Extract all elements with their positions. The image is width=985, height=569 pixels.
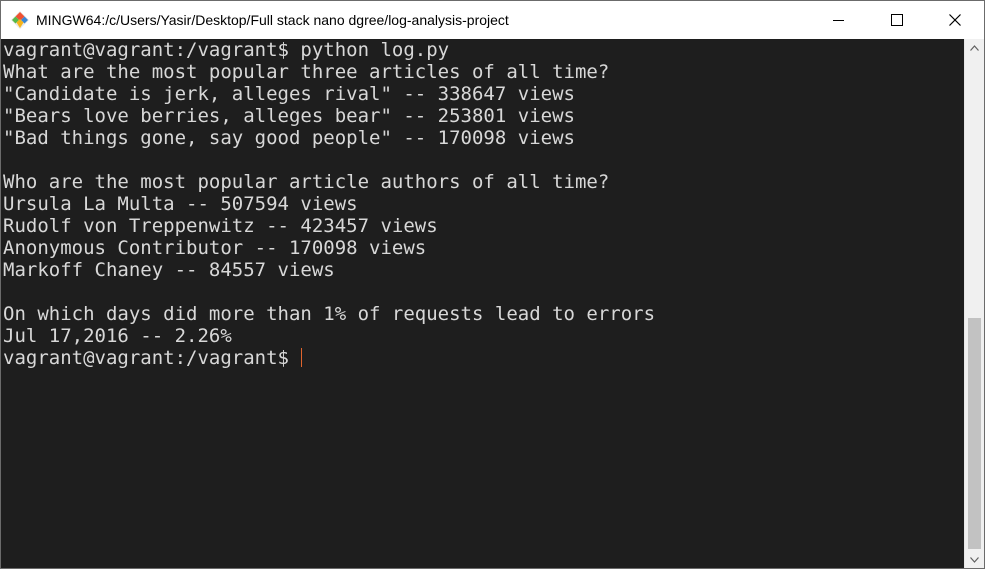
terminal-line: Ursula La Multa -- 507594 views xyxy=(3,193,358,215)
scrollbar-thumb[interactable] xyxy=(968,318,981,549)
terminal-line: Anonymous Contributor -- 170098 views xyxy=(3,237,427,259)
close-icon xyxy=(949,14,961,26)
terminal-line: Markoff Chaney -- 84557 views xyxy=(3,259,335,281)
terminal-line: "Bears love berries, alleges bear" -- 25… xyxy=(3,105,575,127)
terminal-line: What are the most popular three articles… xyxy=(3,61,610,83)
window-controls xyxy=(810,1,984,39)
terminal-window: MINGW64:/c/Users/Yasir/Desktop/Full stac… xyxy=(0,0,985,569)
terminal-line: Jul 17,2016 -- 2.26% xyxy=(3,325,232,347)
minimize-icon xyxy=(833,20,844,21)
terminal-line: "Bad things gone, say good people" -- 17… xyxy=(3,127,575,149)
terminal-line: On which days did more than 1% of reques… xyxy=(3,303,656,325)
maximize-button[interactable] xyxy=(868,1,926,39)
window-title: MINGW64:/c/Users/Yasir/Desktop/Full stac… xyxy=(36,12,509,28)
title-bar[interactable]: MINGW64:/c/Users/Yasir/Desktop/Full stac… xyxy=(1,1,984,39)
text-cursor xyxy=(300,348,302,367)
minimize-button[interactable] xyxy=(810,1,868,39)
scroll-down-button[interactable] xyxy=(965,551,984,568)
terminal-line: "Candidate is jerk, alleges rival" -- 33… xyxy=(3,83,575,105)
terminal-line: vagrant@vagrant:/vagrant$ python log.py xyxy=(3,39,450,61)
close-button[interactable] xyxy=(926,1,984,39)
terminal-line: Rudolf von Treppenwitz -- 423457 views xyxy=(3,215,438,237)
scroll-up-button[interactable] xyxy=(965,39,984,56)
terminal-output[interactable]: vagrant@vagrant:/vagrant$ python log.py … xyxy=(1,39,964,568)
prompt-line[interactable]: vagrant@vagrant:/vagrant$ xyxy=(3,347,964,369)
scroll-down-arrow-icon xyxy=(970,556,979,563)
maximize-icon xyxy=(891,14,903,26)
terminal-line: Who are the most popular article authors… xyxy=(3,171,610,193)
scroll-up-arrow-icon xyxy=(970,44,979,51)
vertical-scrollbar[interactable] xyxy=(964,39,984,568)
git-diamond-icon[interactable] xyxy=(11,11,29,29)
shell-prompt: vagrant@vagrant:/vagrant$ xyxy=(3,347,289,369)
